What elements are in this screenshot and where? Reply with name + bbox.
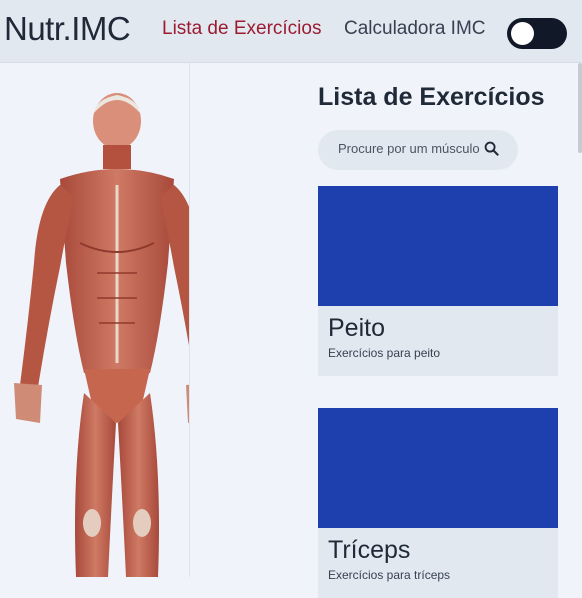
navbar: Nutr.IMC Lista de Exercícios Calculadora…: [0, 0, 582, 63]
search-icon[interactable]: [484, 141, 499, 156]
exercise-list-section: Lista de Exercícios Peito Exercícios par…: [190, 63, 582, 598]
exercise-card-triceps[interactable]: Tríceps Exercícios para tríceps: [318, 408, 558, 598]
card-description: Exercícios para tríceps: [328, 568, 451, 582]
theme-toggle[interactable]: [507, 18, 567, 49]
nav-link-bmi-calculator[interactable]: Calculadora IMC: [344, 18, 486, 40]
toggle-knob: [511, 22, 534, 45]
card-image: [318, 186, 558, 306]
exercise-card-peito[interactable]: Peito Exercícios para peito: [318, 186, 558, 376]
brand-logo[interactable]: Nutr.IMC: [4, 10, 131, 48]
card-image: [318, 408, 558, 528]
page-title: Lista de Exercícios: [318, 83, 545, 111]
card-title: Tríceps: [328, 536, 411, 564]
search-input[interactable]: [338, 141, 483, 156]
anatomy-panel: [0, 63, 190, 577]
search-bar: [318, 130, 518, 170]
human-muscle-anatomy-icon[interactable]: [0, 93, 189, 577]
card-description: Exercícios para peito: [328, 346, 441, 360]
card-title: Peito: [328, 314, 385, 342]
page-scrollbar[interactable]: [578, 63, 582, 153]
nav-link-exercise-list[interactable]: Lista de Exercícios: [162, 18, 321, 40]
